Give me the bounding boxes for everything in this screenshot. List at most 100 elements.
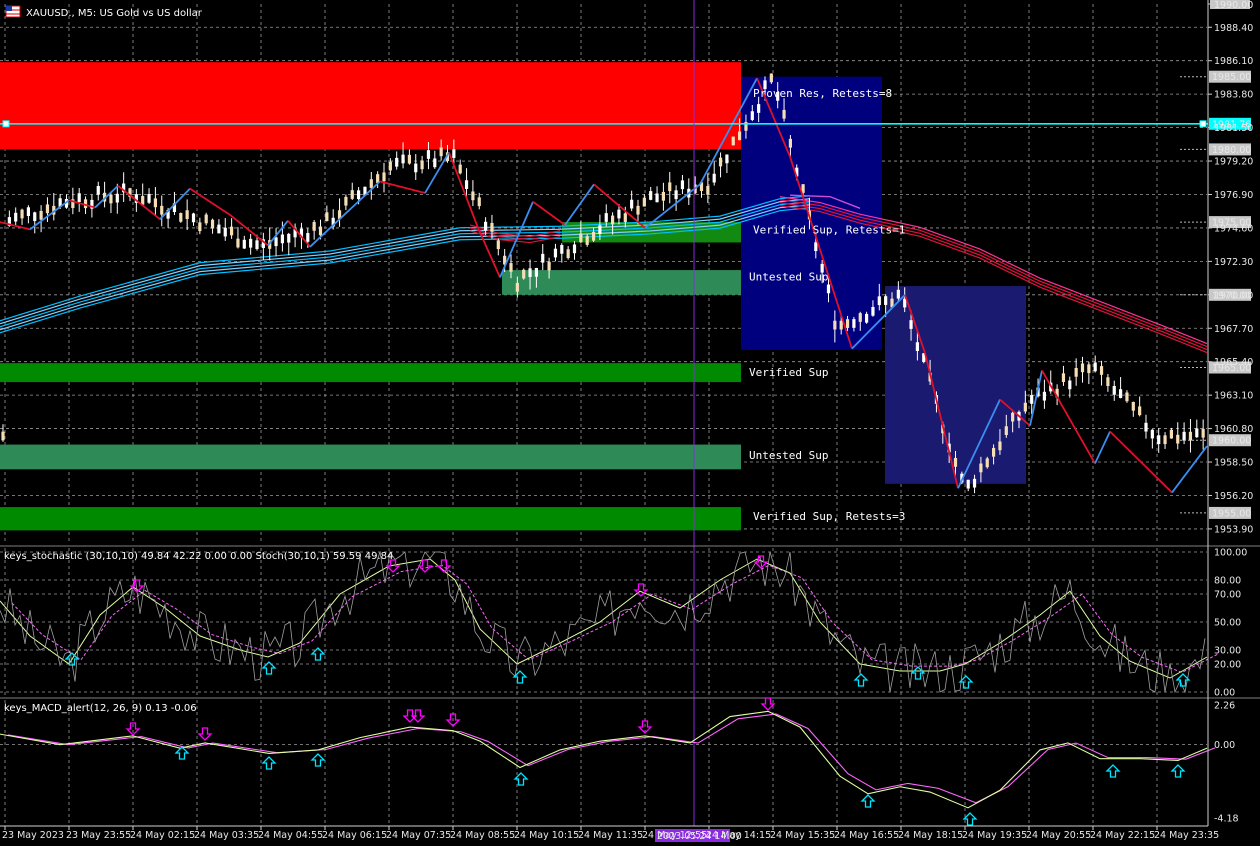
bar-body — [541, 253, 545, 263]
bar-body — [839, 320, 843, 330]
bar-body — [344, 196, 348, 206]
price-level-label: 1980.00 — [1212, 145, 1251, 156]
bar-body — [750, 111, 754, 120]
bar-body — [1112, 386, 1116, 395]
bar-body — [782, 109, 786, 119]
bar-body — [14, 212, 18, 222]
bar-body — [204, 214, 208, 224]
bar-body — [547, 261, 551, 271]
time-label: 24 May 23:35 — [1154, 830, 1219, 841]
price-line-handle — [1199, 120, 1207, 128]
bar-body — [1004, 426, 1008, 436]
bar-body — [788, 138, 792, 148]
macd-header: keys_MACD_alert(12, 26, 9) 0.13 -0.06 — [4, 703, 197, 714]
time-label: 24 May 11:35 — [578, 830, 643, 841]
price-label: 1983.80 — [1214, 90, 1253, 101]
time-label: 24 May 22:15 — [1090, 830, 1155, 841]
bar-body — [452, 149, 456, 158]
bar-body — [515, 282, 519, 292]
bar-body — [458, 164, 462, 174]
bar-body — [674, 190, 678, 200]
bar-body — [903, 298, 907, 308]
bar-body — [153, 198, 157, 208]
bar-body — [884, 296, 888, 305]
stoch-label: 80.00 — [1214, 576, 1241, 587]
bar-body — [1138, 406, 1142, 416]
bar-body — [20, 209, 24, 219]
bar-body — [992, 447, 996, 457]
price-label: 1953.90 — [1214, 524, 1253, 535]
bar-body — [611, 215, 615, 225]
price-level-label: 1965.00 — [1212, 363, 1251, 374]
bar-body — [420, 160, 424, 170]
bar-body — [274, 237, 278, 247]
bar-body — [1131, 401, 1135, 411]
bar-body — [1068, 380, 1072, 390]
stoch-label: 70.00 — [1214, 590, 1241, 601]
time-label: 23 May 23:55 — [66, 830, 131, 841]
bar-body — [33, 212, 37, 222]
bar-body — [230, 226, 234, 236]
zone-label: Untested Sup — [749, 449, 828, 462]
bar-body — [953, 458, 958, 467]
bar-body — [395, 157, 399, 167]
bar-body — [731, 136, 735, 146]
stochastic-header: keys_stochastic (30,10,10) 49.84 42.22 0… — [4, 551, 393, 562]
time-label: 24 May 15:35 — [770, 830, 835, 841]
bar-body — [680, 180, 685, 190]
bar-body — [249, 238, 253, 248]
bar-body — [426, 150, 431, 159]
time-label: 24 May 18:15 — [898, 830, 963, 841]
bar-body — [325, 212, 329, 222]
macd-label: 0.00 — [1214, 740, 1235, 751]
bar-body — [198, 222, 202, 232]
bar-body — [1188, 431, 1193, 441]
bar-body — [1144, 422, 1148, 432]
bar-body — [1030, 395, 1034, 404]
price-label: 1990.00 — [1214, 0, 1253, 11]
bar-body — [1150, 429, 1154, 439]
bar-body — [26, 207, 30, 216]
bar-body — [115, 193, 119, 203]
bar-body — [439, 147, 443, 157]
bar-body — [496, 240, 500, 250]
price-line-handle — [2, 120, 10, 128]
bar-body — [712, 173, 716, 183]
bar-body — [401, 154, 405, 164]
bar-body — [1042, 391, 1046, 401]
bar-body — [147, 193, 151, 203]
time-label: 24 May 04:55 — [258, 830, 323, 841]
bar-body — [598, 225, 602, 235]
bar-body — [560, 245, 564, 254]
bar-body — [877, 296, 881, 306]
bar-body — [255, 240, 259, 250]
trading-chart[interactable]: Proven Res, Retests=8 Verified Sup, Retes… — [0, 0, 1260, 846]
bar-body — [814, 242, 818, 252]
bar-body — [1087, 364, 1091, 374]
bar-body — [553, 248, 558, 258]
stoch-label: 0.00 — [1214, 688, 1235, 699]
bar-body — [591, 231, 596, 241]
zone-label: Verified Sup, Retests=1 — [753, 224, 905, 237]
bar-body — [490, 222, 494, 232]
bar-body — [1125, 392, 1129, 402]
bar-body — [1093, 362, 1097, 372]
bar-body — [179, 213, 183, 222]
price-level-label: 1970.00 — [1212, 290, 1251, 301]
bar-body — [160, 205, 164, 215]
macd-label: 2.26 — [1214, 701, 1235, 712]
bar-body — [1011, 412, 1015, 422]
bar-body — [579, 233, 583, 243]
price-level-label: 1955.00 — [1212, 508, 1251, 519]
bar-body — [287, 233, 291, 243]
bar-body — [509, 263, 513, 272]
bar-body — [1157, 435, 1161, 444]
bar-body — [668, 182, 672, 192]
bar-body — [998, 441, 1002, 451]
bar-body — [357, 190, 361, 200]
bar-body — [477, 197, 481, 207]
bar-body — [566, 249, 570, 259]
price-label: 1988.40 — [1214, 23, 1253, 34]
bar-body — [1201, 428, 1205, 438]
bar-body — [833, 320, 837, 330]
